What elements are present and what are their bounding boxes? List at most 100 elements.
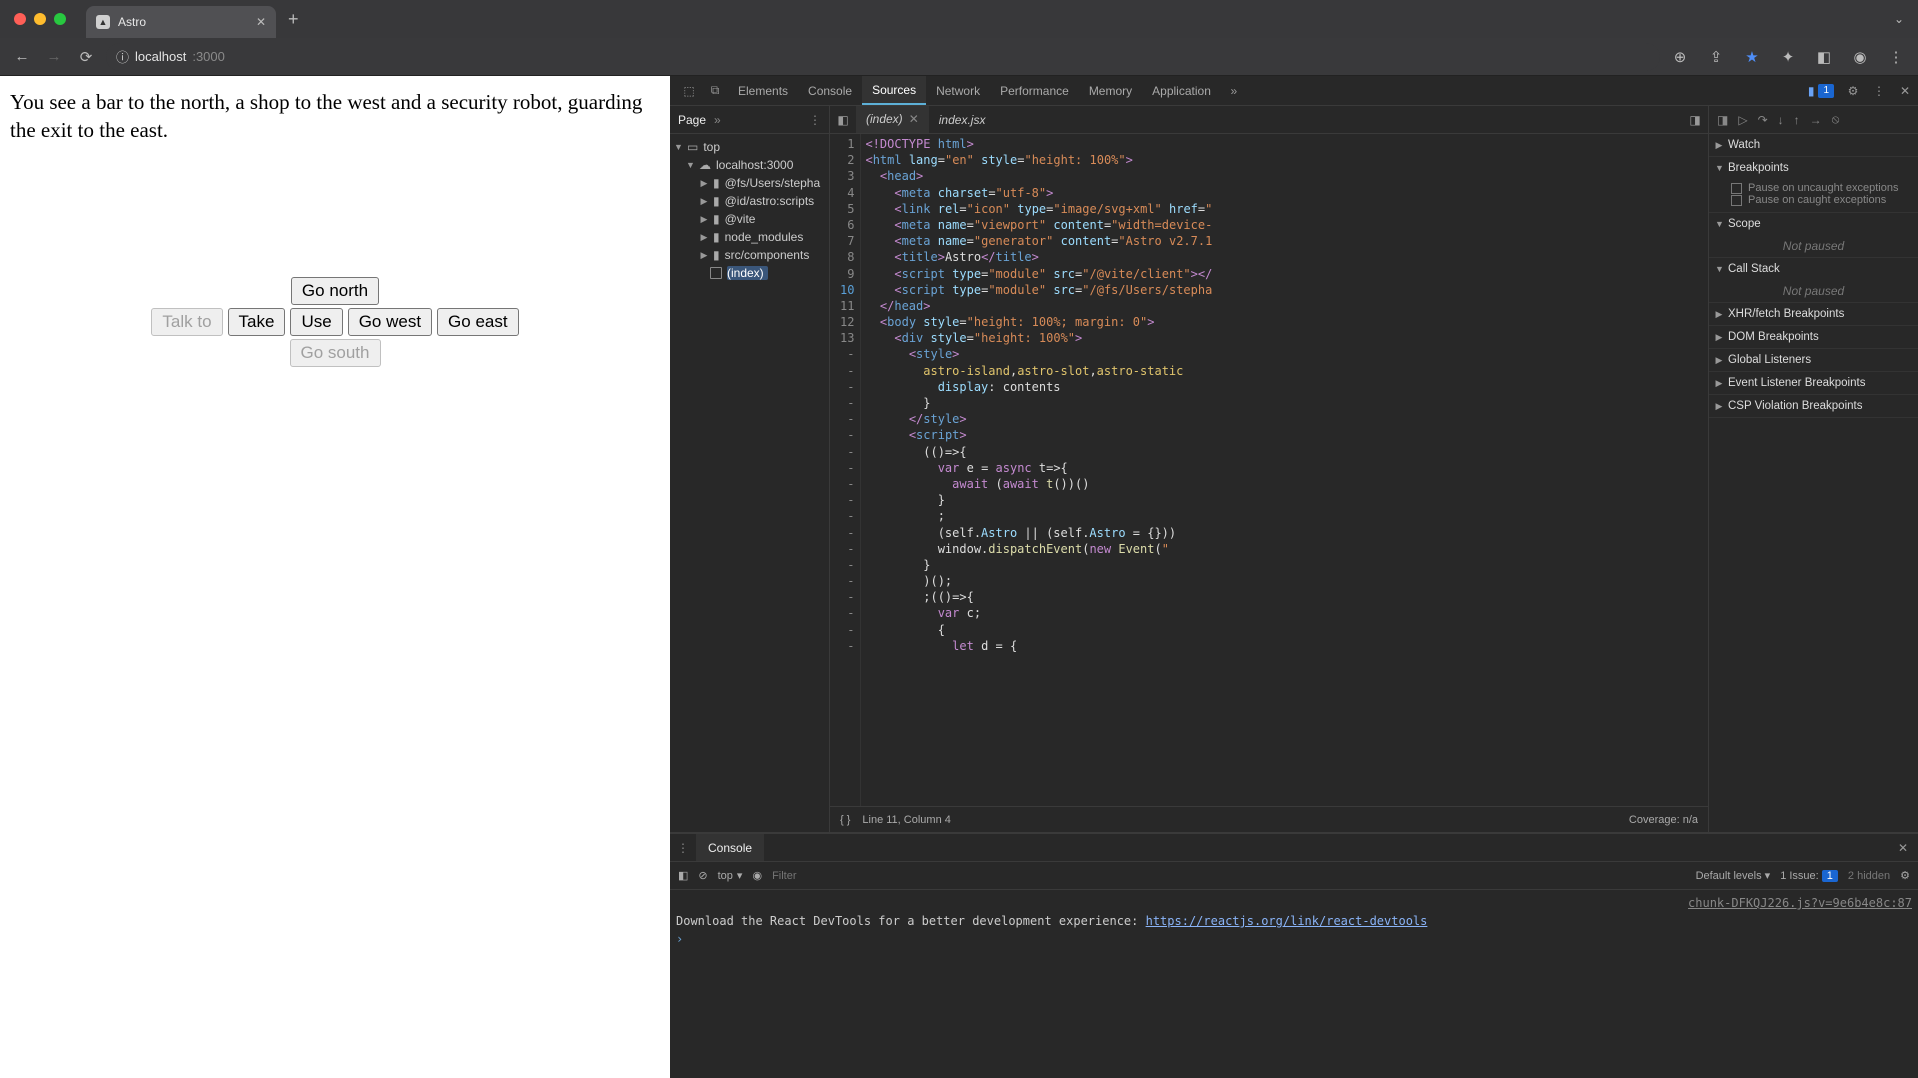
sources-navigator: Page » ⋮ ▼▭top ▼☁localhost:3000 ▶▮@fs/Us…: [670, 106, 830, 832]
devtools-tabstrip: ⬚ ⧉ Elements Console Sources Network Per…: [670, 76, 1918, 106]
resume-icon[interactable]: ▷: [1738, 113, 1747, 127]
close-editor-tab-icon[interactable]: ✕: [909, 112, 919, 126]
console-eye-icon[interactable]: ◉: [752, 869, 762, 882]
menu-icon[interactable]: ⋮: [1884, 45, 1908, 69]
game-controls: Go north Talk to Take Use Go west Go eas…: [0, 277, 670, 367]
console-clear-icon[interactable]: ⊘: [698, 869, 707, 882]
editor-collapse-icon[interactable]: ◨: [1682, 106, 1708, 133]
tab-elements[interactable]: Elements: [728, 76, 798, 105]
sidepanel-icon[interactable]: ◧: [1812, 45, 1836, 69]
editor-tab-index[interactable]: (index)✕: [856, 106, 929, 133]
callstack-section[interactable]: ▼Call Stack: [1709, 258, 1918, 280]
console-source-link[interactable]: chunk-DFKQJ226.js?v=9e6b4e8c:87: [676, 894, 1912, 912]
drawer-menu-icon[interactable]: ⋮: [670, 834, 696, 861]
go-north-button[interactable]: Go north: [291, 277, 379, 305]
talk-to-button[interactable]: Talk to: [151, 308, 222, 336]
browser-tab[interactable]: ▲ Astro ✕: [86, 6, 276, 38]
share-icon[interactable]: ⇪: [1704, 45, 1728, 69]
console-output[interactable]: chunk-DFKQJ226.js?v=9e6b4e8c:87 Download…: [670, 890, 1918, 1078]
address-bar[interactable]: ⓘ localhost :3000: [106, 43, 1660, 71]
bookmark-star-icon[interactable]: ★: [1740, 45, 1764, 69]
settings-gear-icon[interactable]: ⚙: [1840, 76, 1866, 105]
devtools-panel: ⬚ ⧉ Elements Console Sources Network Per…: [670, 76, 1918, 1078]
go-west-button[interactable]: Go west: [348, 308, 432, 336]
console-filter-input[interactable]: [772, 870, 1686, 882]
tab-console[interactable]: Console: [798, 76, 862, 105]
line-gutter: 12345678910111213-------------------: [830, 134, 861, 806]
editor-tab-indexjsx[interactable]: index.jsx: [929, 106, 996, 133]
close-window-button[interactable]: [14, 13, 26, 25]
devtools-link[interactable]: https://reactjs.org/link/react-devtools: [1146, 914, 1428, 928]
device-toolbar-icon[interactable]: ⧉: [702, 76, 728, 105]
xhr-section[interactable]: ▶XHR/fetch Breakpoints: [1709, 303, 1918, 325]
console-drawer: ⋮ Console ✕ ◧ ⊘ top▾ ◉ Default levels ▾ …: [670, 833, 1918, 1078]
step-out-icon[interactable]: ↑: [1794, 113, 1800, 127]
rendered-page: You see a bar to the north, a shop to th…: [0, 76, 670, 1078]
url-port: :3000: [192, 49, 225, 64]
scope-section[interactable]: ▼Scope: [1709, 213, 1918, 235]
back-button[interactable]: ←: [10, 45, 34, 69]
devtools-menu-icon[interactable]: ⋮: [1866, 76, 1892, 105]
favicon-icon: ▲: [96, 15, 110, 29]
navigator-more-icon[interactable]: »: [714, 113, 721, 127]
dom-bp-section[interactable]: ▶DOM Breakpoints: [1709, 326, 1918, 348]
tab-performance[interactable]: Performance: [990, 76, 1079, 105]
drawer-console-tab[interactable]: Console: [696, 834, 764, 861]
pause-caught-checkbox[interactable]: Pause on caught exceptions: [1731, 194, 1912, 206]
console-sidebar-icon[interactable]: ◧: [678, 869, 688, 882]
console-context-picker[interactable]: top▾: [718, 869, 743, 882]
file-index[interactable]: (index): [727, 266, 768, 280]
console-settings-icon[interactable]: ⚙: [1900, 869, 1910, 882]
toggle-debug-pane-icon[interactable]: ◨: [1717, 113, 1728, 127]
devtools-close-icon[interactable]: ✕: [1892, 76, 1918, 105]
take-button[interactable]: Take: [228, 308, 286, 336]
inspect-element-icon[interactable]: ⬚: [676, 76, 702, 105]
console-issues-link[interactable]: 1 Issue: 1: [1780, 870, 1838, 882]
tab-close-icon[interactable]: ✕: [256, 15, 266, 29]
csp-bp-section[interactable]: ▶CSP Violation Breakpoints: [1709, 395, 1918, 417]
event-bp-section[interactable]: ▶Event Listener Breakpoints: [1709, 372, 1918, 394]
traffic-lights: [14, 13, 66, 25]
file-tree[interactable]: ▼▭top ▼☁localhost:3000 ▶▮@fs/Users/steph…: [670, 134, 829, 286]
tabs-overflow-icon[interactable]: ⌄: [1894, 12, 1904, 26]
breakpoints-section[interactable]: ▼Breakpoints: [1709, 157, 1918, 179]
toggle-navigator-icon[interactable]: ◧: [830, 106, 856, 133]
watch-section[interactable]: ▶Watch: [1709, 134, 1918, 156]
tab-network[interactable]: Network: [926, 76, 990, 105]
console-hidden-count: 2 hidden: [1848, 870, 1890, 882]
step-over-icon[interactable]: ↷: [1758, 113, 1768, 127]
use-button[interactable]: Use: [290, 308, 342, 336]
navigator-menu-icon[interactable]: ⋮: [809, 113, 821, 127]
profile-icon[interactable]: ◉: [1848, 45, 1872, 69]
navigator-page-tab[interactable]: Page: [678, 113, 706, 127]
pretty-print-icon[interactable]: { }: [840, 814, 850, 826]
step-icon[interactable]: →: [1810, 113, 1822, 127]
minimize-window-button[interactable]: [34, 13, 46, 25]
forward-button[interactable]: →: [42, 45, 66, 69]
go-south-button[interactable]: Go south: [290, 339, 381, 367]
site-info-icon[interactable]: ⓘ: [116, 47, 129, 66]
reload-button[interactable]: ⟳: [74, 45, 98, 69]
url-host: localhost: [135, 49, 186, 64]
code-area[interactable]: <!DOCTYPE html><html lang="en" style="he…: [861, 134, 1708, 806]
drawer-close-icon[interactable]: ✕: [1888, 834, 1918, 861]
new-tab-button[interactable]: +: [288, 9, 299, 30]
console-prompt[interactable]: ›: [676, 932, 683, 946]
coverage-status: Coverage: n/a: [1629, 814, 1698, 826]
issues-badge[interactable]: ▮1: [1808, 76, 1834, 105]
tab-title: Astro: [118, 15, 146, 29]
tab-application[interactable]: Application: [1142, 76, 1221, 105]
extensions-icon[interactable]: ✦: [1776, 45, 1800, 69]
go-east-button[interactable]: Go east: [437, 308, 519, 336]
tab-sources[interactable]: Sources: [862, 76, 926, 105]
sources-editor: ◧ (index)✕ index.jsx ◨ 12345678910111213…: [830, 106, 1708, 832]
zoom-icon[interactable]: ⊕: [1668, 45, 1692, 69]
tab-memory[interactable]: Memory: [1079, 76, 1142, 105]
tabs-more-icon[interactable]: »: [1221, 76, 1247, 105]
console-levels-picker[interactable]: Default levels ▾: [1696, 869, 1771, 882]
step-into-icon[interactable]: ↓: [1778, 113, 1784, 127]
zoom-window-button[interactable]: [54, 13, 66, 25]
global-listeners-section[interactable]: ▶Global Listeners: [1709, 349, 1918, 371]
pause-uncaught-checkbox[interactable]: Pause on uncaught exceptions: [1731, 182, 1912, 194]
deactivate-breakpoints-icon[interactable]: ⦸: [1832, 112, 1840, 127]
